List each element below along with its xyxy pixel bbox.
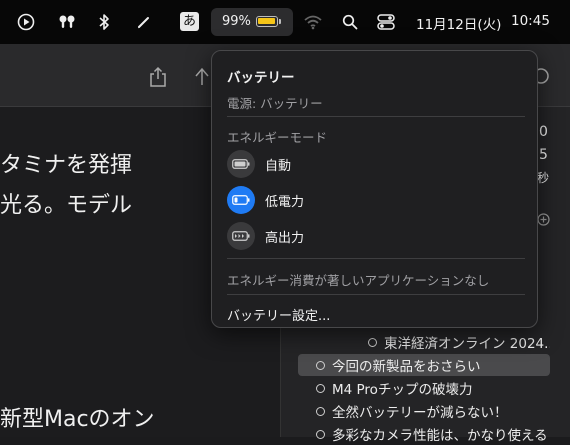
doc-line: タミナを発揮 (0, 153, 133, 178)
airpods-icon[interactable] (56, 11, 78, 33)
bullet-icon (368, 337, 377, 347)
bluetooth-icon[interactable] (93, 11, 115, 33)
divider (227, 116, 525, 117)
toolbar-icon-partial[interactable] (193, 66, 211, 92)
share-icon[interactable] (148, 66, 168, 92)
bullet-icon (316, 383, 325, 393)
energy-mode-label: 低電力 (265, 194, 305, 210)
list-item-label: 全然バッテリーが減らない！ (332, 405, 508, 421)
add-icon[interactable] (537, 211, 550, 230)
battery-percent: 99% (222, 14, 251, 29)
list-item-label: 多彩なカメラ性能は、かなり使える (332, 428, 548, 444)
wifi-icon[interactable] (302, 11, 324, 33)
energy-mode-high-power[interactable]: 高出力 (227, 222, 525, 250)
pen-icon[interactable] (133, 11, 155, 33)
battery-menu-title: バッテリー (227, 70, 295, 86)
list-item[interactable]: M4 Proチップの破壊力 (298, 377, 550, 399)
menubar-time[interactable]: 10:45 (511, 13, 550, 29)
list-item[interactable]: 多彩なカメラ性能は、かなり使える (298, 423, 550, 445)
no-significant-energy-apps: エネルギー消費が著しいアプリケーションなし (227, 273, 490, 288)
doc-line: 光る。モデル (0, 193, 133, 218)
list-item-label: M4 Proチップの破壊力 (332, 382, 473, 398)
divider (227, 258, 525, 259)
play-circle-icon[interactable] (15, 11, 37, 33)
doc-line: 新型Macのオン (0, 407, 155, 432)
sidebar-stat: 0 (539, 124, 548, 140)
list-item[interactable]: 全然バッテリーが減らない！ (298, 400, 550, 422)
battery-menu: バッテリー 電源: バッテリー エネルギーモード 自動 低電力 高出力 エネルギ… (211, 50, 538, 328)
battery-low-power-icon (227, 186, 255, 214)
menu-bar: あ 99% 11月12日(火) 10:45 (0, 0, 570, 44)
energy-mode-heading: エネルギーモード (227, 130, 328, 145)
list-item-label: 東洋経済オンライン 2024... (384, 336, 550, 352)
battery-nub (279, 19, 281, 24)
energy-mode-label: 自動 (265, 158, 292, 174)
menubar-date[interactable]: 11月12日(火) (416, 13, 501, 33)
divider (227, 294, 525, 295)
battery-status-button[interactable]: 99% (211, 8, 293, 36)
energy-mode-low-power[interactable]: 低電力 (227, 186, 525, 214)
battery-high-power-icon (227, 222, 255, 250)
control-center-icon[interactable] (375, 11, 397, 33)
power-source-label: 電源: バッテリー (227, 96, 323, 111)
battery-auto-icon (227, 150, 255, 178)
list-item[interactable]: 今回の新製品をおさらい (298, 354, 550, 376)
battery-settings-item[interactable]: バッテリー設定... (227, 305, 330, 324)
battery-level-fill (258, 18, 275, 24)
list-item-label: 今回の新製品をおさらい (332, 359, 481, 375)
energy-mode-auto[interactable]: 自動 (227, 150, 525, 178)
list-item[interactable]: 東洋経済オンライン 2024... (298, 331, 550, 353)
bullet-icon (316, 429, 325, 439)
input-method-icon[interactable]: あ (180, 12, 199, 31)
sidebar-stat: 5 (539, 147, 548, 163)
battery-icon (256, 16, 278, 27)
bullet-icon (316, 406, 325, 416)
bullet-icon (316, 360, 325, 370)
energy-mode-label: 高出力 (265, 230, 305, 246)
sidebar-stat: 秒 (537, 171, 550, 185)
search-icon[interactable] (339, 11, 361, 33)
